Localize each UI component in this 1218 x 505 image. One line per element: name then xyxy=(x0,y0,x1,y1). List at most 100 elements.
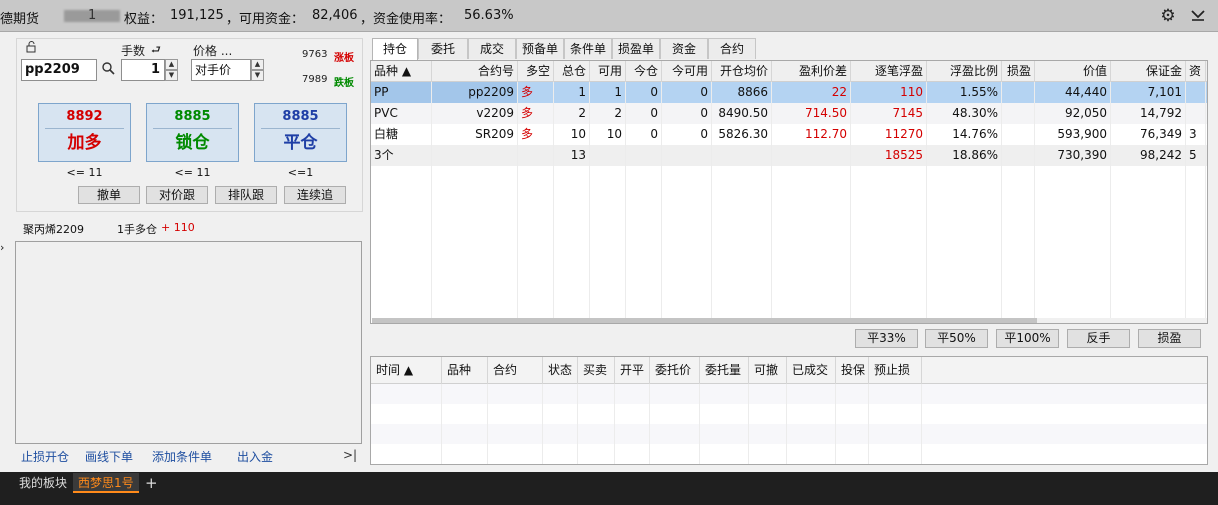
table-row[interactable]: PP pp2209 多 1 1 0 0 8866 22 110 1.55% 44,440 7,101 xyxy=(371,82,1207,103)
cell-value: 44,440 xyxy=(1035,82,1111,103)
lock-position-button[interactable]: 8885 锁仓 xyxy=(146,103,239,162)
fund-transfer-link[interactable]: 出入金 xyxy=(237,448,273,465)
limit-down-price: 7989 xyxy=(302,74,328,85)
contract-input[interactable]: pp2209 xyxy=(21,59,97,81)
col-header-direction[interactable]: 多空 xyxy=(518,61,554,82)
tab-my-sectors[interactable]: 我的板块 xyxy=(19,473,67,493)
close-33-button[interactable]: 平33% xyxy=(855,329,918,348)
col-header-total[interactable]: 总仓 xyxy=(554,61,590,82)
col-header-filled[interactable]: 已成交 xyxy=(787,357,836,384)
col-header-order-price[interactable]: 委托价 xyxy=(650,357,700,384)
search-icon[interactable] xyxy=(101,61,115,78)
column-divider xyxy=(771,82,772,322)
col-header-status[interactable]: 状态 xyxy=(543,357,578,384)
tab-contracts[interactable]: 合约 xyxy=(708,38,756,59)
cell-available: 1 xyxy=(590,82,626,103)
tab-prepared[interactable]: 预备单 xyxy=(516,38,564,59)
column-divider xyxy=(1034,82,1035,322)
tab-trades[interactable]: 成交 xyxy=(468,38,516,59)
positions-table[interactable]: 品种 ▲ 合约号 多空 总仓 可用 今仓 今可用 开仓均价 盈利价差 逐笔浮盈 浮盈比例 损盈 价值 保证… xyxy=(370,60,1208,324)
cell-today-available xyxy=(662,145,712,166)
table-row[interactable]: PVC v2209 多 2 2 0 0 8490.50 714.50 7145 48.30% 92,0… xyxy=(371,103,1207,124)
orders-table[interactable]: 时间 ▲ 品种 合约 状态 买卖 开平 委托价 委托量 可撤 已成交 投保 预止损 xyxy=(370,356,1208,465)
table-row[interactable]: 白糖 SR209 多 10 10 0 0 5826.30 112.70 11270 14.76% 59… xyxy=(371,124,1207,145)
usage-label: ，资金使用率： xyxy=(360,12,452,27)
cell-direction: 多 xyxy=(518,103,554,124)
tab-positions[interactable]: 持仓 xyxy=(372,38,418,60)
gear-icon[interactable]: ⚙ xyxy=(1158,6,1178,26)
column-divider xyxy=(868,384,869,464)
col-header-variety[interactable]: 品种 xyxy=(442,357,488,384)
col-header-today[interactable]: 今仓 xyxy=(626,61,662,82)
col-header-contract[interactable]: 合约 xyxy=(488,357,543,384)
close-50-button[interactable]: 平50% xyxy=(925,329,988,348)
chart-area[interactable] xyxy=(15,241,362,444)
continuous-chase-button[interactable]: 连续追 xyxy=(284,186,346,204)
cell-margin: 7,101 xyxy=(1111,82,1186,103)
price-down-arrow-icon[interactable]: ▼ xyxy=(251,70,264,81)
line-order-link[interactable]: 画线下单 xyxy=(85,448,133,465)
cell-variety: 白糖 xyxy=(371,124,432,145)
col-header-side[interactable]: 买卖 xyxy=(578,357,615,384)
price-label[interactable]: 价格 ... xyxy=(193,42,232,59)
scrollbar-thumb[interactable] xyxy=(372,318,1037,323)
cell-variety: PP xyxy=(371,82,432,103)
close-position-button[interactable]: 8885 平仓 xyxy=(254,103,347,162)
add-tab-button[interactable]: + xyxy=(145,473,158,493)
qty-up-arrow-icon[interactable]: ▲ xyxy=(165,59,178,70)
col-header-profit-spread[interactable]: 盈利价差 xyxy=(772,61,851,82)
lock-icon[interactable] xyxy=(26,41,39,56)
tab-custom-sector[interactable]: 西梦思1号 xyxy=(73,473,139,493)
col-header-time[interactable]: 时间 ▲ xyxy=(371,357,442,384)
cell-margin: 76,349 xyxy=(1111,124,1186,145)
horizontal-scrollbar[interactable] xyxy=(372,318,1207,323)
qty-down-arrow-icon[interactable]: ▼ xyxy=(165,70,178,81)
quantity-input[interactable]: 1 xyxy=(121,59,165,81)
col-header-extra[interactable]: 资 xyxy=(1186,61,1206,82)
close-100-button[interactable]: 平100% xyxy=(996,329,1059,348)
expand-panel-icon[interactable]: >| xyxy=(343,448,357,462)
tab-stop-profit[interactable]: 损盈单 xyxy=(612,38,660,59)
reverse-button[interactable]: 反手 xyxy=(1067,329,1130,348)
tab-orders[interactable]: 委托 xyxy=(418,38,468,59)
col-header-cancelable[interactable]: 可撤 xyxy=(749,357,787,384)
cell-stop-profit xyxy=(1002,145,1035,166)
add-long-button[interactable]: 8892 加多 xyxy=(38,103,131,162)
column-divider xyxy=(748,384,749,464)
cell-open-avg: 5826.30 xyxy=(712,124,772,145)
tab-conditional[interactable]: 条件单 xyxy=(564,38,612,59)
col-header-order-qty[interactable]: 委托量 xyxy=(700,357,749,384)
summary-row[interactable]: 3个 13 18525 18.86% 730,390 98,242 5 xyxy=(371,145,1207,166)
column-divider xyxy=(517,82,518,322)
add-condition-order-link[interactable]: 添加条件单 xyxy=(152,448,212,465)
stop-profit-button[interactable]: 损盈 xyxy=(1138,329,1201,348)
usage-value: 56.63% xyxy=(464,8,514,23)
chevron-down-icon[interactable] xyxy=(1188,6,1208,26)
price-up-arrow-icon[interactable]: ▲ xyxy=(251,59,264,70)
chevron-right-icon[interactable]: › xyxy=(0,241,4,254)
broker-name: 德期货 xyxy=(0,12,40,27)
col-header-today-available[interactable]: 今可用 xyxy=(662,61,712,82)
price-mode-select[interactable]: 对手价 xyxy=(191,59,251,81)
limit-up-label: 涨板 xyxy=(334,53,354,64)
stop-loss-open-link[interactable]: 止损开仓 xyxy=(21,448,69,465)
col-header-float-ratio[interactable]: 浮盈比例 xyxy=(927,61,1002,82)
col-header-available[interactable]: 可用 xyxy=(590,61,626,82)
col-header-hedge[interactable]: 投保 xyxy=(836,357,869,384)
col-header-value[interactable]: 价值 xyxy=(1035,61,1111,82)
column-divider xyxy=(1001,82,1002,322)
col-header-open-close[interactable]: 开平 xyxy=(615,357,650,384)
col-header-open-avg[interactable]: 开仓均价 xyxy=(712,61,772,82)
queue-follow-button[interactable]: 排队跟 xyxy=(215,186,277,204)
counter-price-follow-button[interactable]: 对价跟 xyxy=(146,186,208,204)
qty-mode-icon[interactable]: ⮐ xyxy=(151,41,161,60)
col-header-contract[interactable]: 合约号 xyxy=(432,61,518,82)
cancel-order-button[interactable]: 撤单 xyxy=(78,186,140,204)
col-header-stop-profit[interactable]: 损盈 xyxy=(1002,61,1035,82)
col-header-variety[interactable]: 品种 ▲ xyxy=(371,61,432,82)
col-header-margin[interactable]: 保证金 xyxy=(1111,61,1186,82)
column-divider xyxy=(850,82,851,322)
col-header-pre-stop[interactable]: 预止损 xyxy=(869,357,922,384)
col-header-float-pnl[interactable]: 逐笔浮盈 xyxy=(851,61,927,82)
tab-funds[interactable]: 资金 xyxy=(660,38,708,59)
